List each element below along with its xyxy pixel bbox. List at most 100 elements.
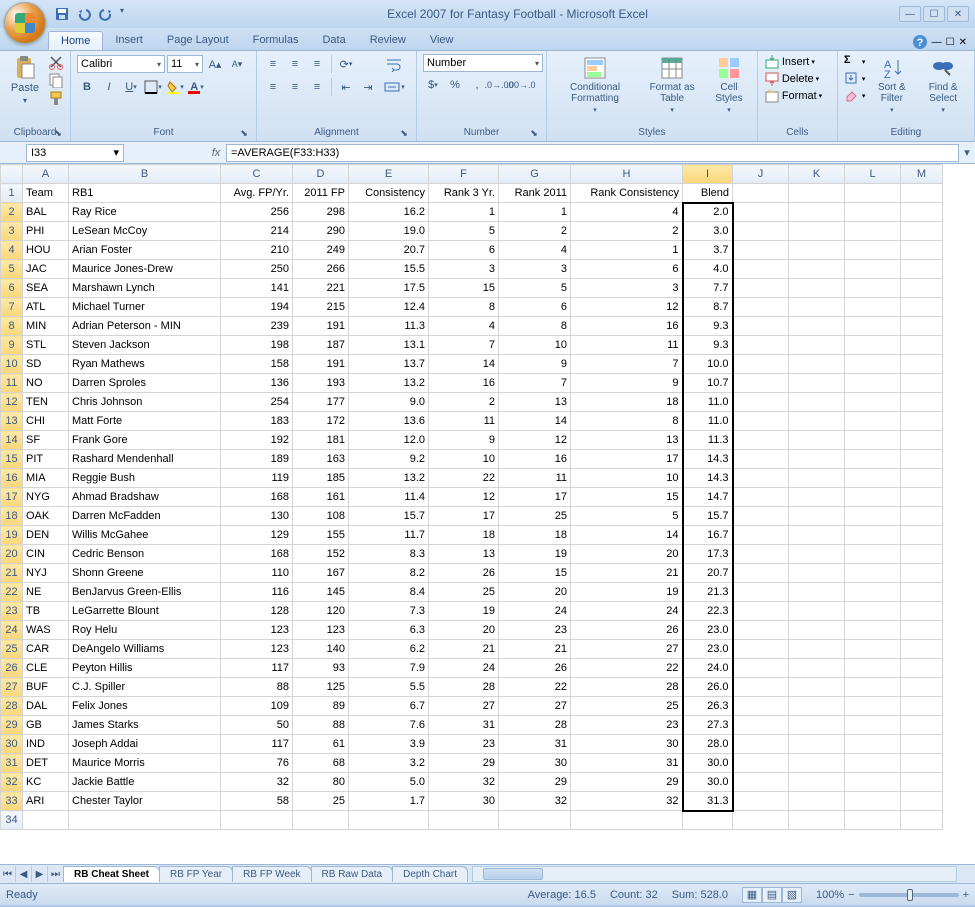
chevron-down-icon[interactable]: ▾	[113, 146, 119, 159]
cell[interactable]	[789, 716, 845, 735]
cell[interactable]: 5	[499, 279, 571, 298]
redo-icon[interactable]	[98, 6, 114, 22]
cell[interactable]: JAC	[23, 260, 69, 279]
cell[interactable]: MIN	[23, 317, 69, 336]
cell[interactable]	[845, 298, 901, 317]
cell[interactable]	[733, 450, 789, 469]
cell[interactable]: 19	[571, 583, 683, 602]
column-header[interactable]: G	[499, 165, 571, 184]
cell[interactable]: Jackie Battle	[69, 773, 221, 792]
cell[interactable]: 4	[429, 317, 499, 336]
cell[interactable]: 13.6	[349, 412, 429, 431]
cell[interactable]: 32	[499, 792, 571, 811]
cell[interactable]: 185	[293, 469, 349, 488]
cell[interactable]: Ryan Mathews	[69, 355, 221, 374]
cell[interactable]: Darren McFadden	[69, 507, 221, 526]
cell[interactable]: 109	[221, 697, 293, 716]
cell[interactable]: 129	[221, 526, 293, 545]
cell[interactable]: STL	[23, 336, 69, 355]
conditional-formatting-button[interactable]: Conditional Formatting▾	[553, 54, 637, 116]
ribbon-tab-insert[interactable]: Insert	[103, 31, 155, 50]
cell[interactable]: 32	[221, 773, 293, 792]
cell[interactable]: Michael Turner	[69, 298, 221, 317]
cell[interactable]: 11.3	[349, 317, 429, 336]
cell[interactable]: Blend	[683, 184, 733, 203]
cell[interactable]	[901, 393, 943, 412]
cell[interactable]: Matt Forte	[69, 412, 221, 431]
cell[interactable]: 26.3	[683, 697, 733, 716]
ribbon-tab-home[interactable]: Home	[48, 31, 103, 50]
cell[interactable]: 19	[429, 602, 499, 621]
cell[interactable]	[901, 564, 943, 583]
cell[interactable]: 15	[429, 279, 499, 298]
cell[interactable]	[789, 241, 845, 260]
cell[interactable]: LeSean McCoy	[69, 222, 221, 241]
cell[interactable]: 29	[429, 754, 499, 773]
cell[interactable]: 14.3	[683, 469, 733, 488]
cell[interactable]	[733, 393, 789, 412]
cell[interactable]	[789, 203, 845, 222]
cell[interactable]	[789, 659, 845, 678]
cell[interactable]: 28	[499, 716, 571, 735]
cell[interactable]: 20.7	[349, 241, 429, 260]
row-header[interactable]: 10	[1, 355, 23, 374]
cell[interactable]: James Starks	[69, 716, 221, 735]
cell[interactable]: 26	[429, 564, 499, 583]
cell[interactable]: 2	[499, 222, 571, 241]
row-header[interactable]: 25	[1, 640, 23, 659]
cell[interactable]	[845, 222, 901, 241]
cell[interactable]: 198	[221, 336, 293, 355]
cell[interactable]: 31	[499, 735, 571, 754]
tab-nav-next-icon[interactable]: ▶	[32, 866, 48, 882]
cell[interactable]: 167	[293, 564, 349, 583]
close-button[interactable]: ✕	[947, 6, 969, 22]
cell[interactable]	[733, 716, 789, 735]
zoom-out-icon[interactable]: −	[848, 889, 854, 901]
cell[interactable]	[733, 602, 789, 621]
cell[interactable]: 12	[571, 298, 683, 317]
cell[interactable]	[845, 716, 901, 735]
sheet-tab[interactable]: Depth Chart	[392, 866, 468, 882]
cell[interactable]: CLE	[23, 659, 69, 678]
tab-nav-last-icon[interactable]: ⏭	[48, 866, 64, 882]
cell[interactable]: Maurice Jones-Drew	[69, 260, 221, 279]
cell[interactable]: LeGarrette Blount	[69, 602, 221, 621]
launcher-icon[interactable]: ⬊	[52, 128, 64, 140]
cell[interactable]	[789, 583, 845, 602]
cell[interactable]: C.J. Spiller	[69, 678, 221, 697]
row-header[interactable]: 20	[1, 545, 23, 564]
cell[interactable]	[571, 811, 683, 830]
grow-font-icon[interactable]: A▴	[205, 54, 225, 74]
cell[interactable]: 16	[429, 374, 499, 393]
cell[interactable]: 6.7	[349, 697, 429, 716]
cell[interactable]	[733, 564, 789, 583]
cell[interactable]	[733, 621, 789, 640]
cell[interactable]: 19.0	[349, 222, 429, 241]
cell[interactable]: 9.0	[349, 393, 429, 412]
cell[interactable]: 15.7	[683, 507, 733, 526]
cell[interactable]: 13.7	[349, 355, 429, 374]
cell[interactable]: 8.3	[349, 545, 429, 564]
cell[interactable]	[789, 412, 845, 431]
cell[interactable]: 11.0	[683, 393, 733, 412]
cell[interactable]: 7	[499, 374, 571, 393]
copy-icon[interactable]	[48, 72, 64, 88]
cell[interactable]	[733, 792, 789, 811]
cell[interactable]: 3	[429, 260, 499, 279]
cell[interactable]: CHI	[23, 412, 69, 431]
accounting-format-icon[interactable]: $▾	[423, 75, 443, 95]
cell[interactable]: 30.0	[683, 773, 733, 792]
row-header[interactable]: 17	[1, 488, 23, 507]
cell[interactable]: 12	[499, 431, 571, 450]
cell[interactable]	[901, 716, 943, 735]
cell[interactable]: 256	[221, 203, 293, 222]
cell[interactable]	[901, 621, 943, 640]
cell[interactable]: 21.3	[683, 583, 733, 602]
cell[interactable]: 141	[221, 279, 293, 298]
cell[interactable]: 6	[499, 298, 571, 317]
cell[interactable]	[789, 469, 845, 488]
cell[interactable]	[901, 678, 943, 697]
cell[interactable]	[499, 811, 571, 830]
ribbon-tab-page-layout[interactable]: Page Layout	[155, 31, 241, 50]
cell[interactable]: Ahmad Bradshaw	[69, 488, 221, 507]
